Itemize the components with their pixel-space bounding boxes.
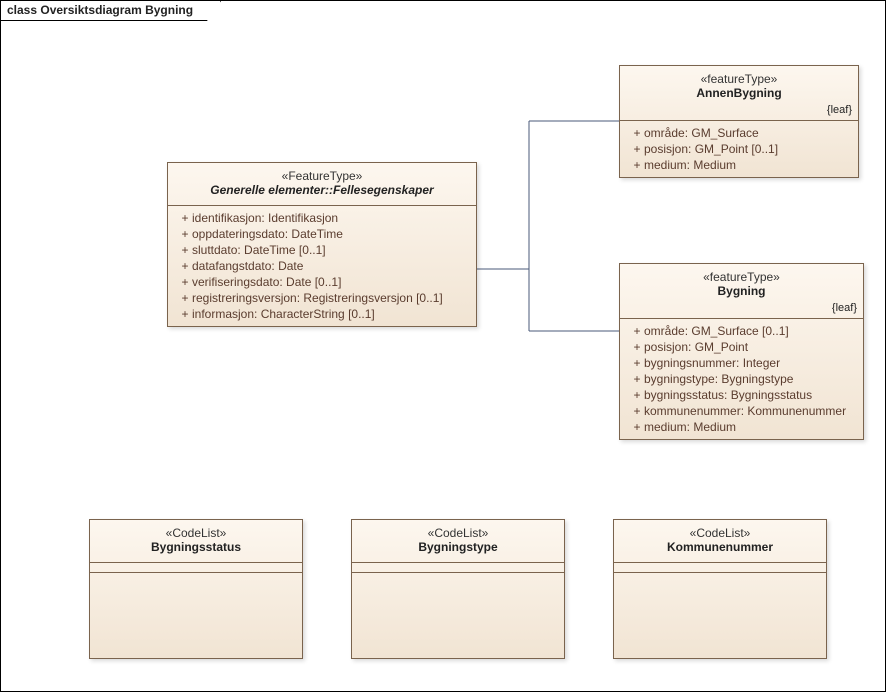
attr-vis: + <box>630 142 644 156</box>
attr-name: posisjon: GM_Point [0..1] <box>644 142 848 156</box>
attr-name: bygningstype: Bygningstype <box>644 372 853 386</box>
class-bygningsstatus: «CodeList» Bygningsstatus <box>89 519 303 659</box>
class-head: «featureType» Bygning {leaf} <box>620 264 863 319</box>
attr-vis: + <box>630 356 644 370</box>
attr-vis: + <box>630 126 644 140</box>
attr-vis: + <box>178 211 192 225</box>
attr-name: bygningsnummer: Integer <box>644 356 853 370</box>
attr-vis: + <box>630 340 644 354</box>
attr-vis: + <box>630 404 644 418</box>
class-name: AnnenBygning <box>628 86 850 100</box>
attr-vis: + <box>630 372 644 386</box>
class-bygning: «featureType» Bygning {leaf} +område: GM… <box>619 263 864 440</box>
class-head: «CodeList» Kommunenummer <box>614 520 826 563</box>
attr-row: +bygningstype: Bygningstype <box>620 371 863 387</box>
attr-name: medium: Medium <box>644 420 853 434</box>
attr-name: område: GM_Surface [0..1] <box>644 324 853 338</box>
attr-row: +sluttdato: DateTime [0..1] <box>168 242 476 258</box>
attr-vis: + <box>178 243 192 257</box>
stereotype: «CodeList» <box>98 526 294 540</box>
attr-name: verifiseringsdato: Date [0..1] <box>192 275 466 289</box>
constraint-leaf: {leaf} <box>832 302 857 314</box>
class-name: Kommunenummer <box>622 540 818 554</box>
class-head: «CodeList» Bygningstype <box>352 520 564 563</box>
empty-attr-section <box>90 563 302 573</box>
attr-name: kommunenummer: Kommunenummer <box>644 404 853 418</box>
attr-row: +kommunenummer: Kommunenummer <box>620 403 863 419</box>
attr-name: oppdateringsdato: DateTime <box>192 227 466 241</box>
attr-row: +oppdateringsdato: DateTime <box>168 226 476 242</box>
frame-title: class Oversiktsdiagram Bygning <box>7 3 193 17</box>
attr-row: +datafangstdato: Date <box>168 258 476 274</box>
class-head: «FeatureType» Generelle elementer::Felle… <box>168 163 476 206</box>
class-kommunenummer: «CodeList» Kommunenummer <box>613 519 827 659</box>
class-head: «featureType» AnnenBygning {leaf} <box>620 66 858 121</box>
empty-attr-section <box>352 563 564 573</box>
attr-row: +informasjon: CharacterString [0..1] <box>168 306 476 322</box>
attr-vis: + <box>178 291 192 305</box>
attr-row: +bygningsnummer: Integer <box>620 355 863 371</box>
attr-row: +medium: Medium <box>620 157 858 173</box>
attr-vis: + <box>630 158 644 172</box>
attr-name: registreringsversjon: Registreringsversj… <box>192 291 466 305</box>
attr-name: område: GM_Surface <box>644 126 848 140</box>
attr-name: identifikasjon: Identifikasjon <box>192 211 466 225</box>
attr-vis: + <box>630 420 644 434</box>
diagram-frame: class Oversiktsdiagram Bygning «FeatureT… <box>0 0 886 692</box>
attr-row: +medium: Medium <box>620 419 863 435</box>
attr-vis: + <box>630 324 644 338</box>
class-fellesegenskaper: «FeatureType» Generelle elementer::Felle… <box>167 162 477 327</box>
class-bygningstype: «CodeList» Bygningstype <box>351 519 565 659</box>
stereotype: «CodeList» <box>622 526 818 540</box>
attr-row: +posisjon: GM_Point <box>620 339 863 355</box>
class-head: «CodeList» Bygningsstatus <box>90 520 302 563</box>
class-name: Bygning <box>628 284 855 298</box>
stereotype: «FeatureType» <box>176 169 468 183</box>
class-name: Generelle elementer::Fellesegenskaper <box>176 183 468 197</box>
attr-name: posisjon: GM_Point <box>644 340 853 354</box>
attr-row: +verifiseringsdato: Date [0..1] <box>168 274 476 290</box>
attr-vis: + <box>178 307 192 321</box>
attr-row: +registreringsversjon: Registreringsvers… <box>168 290 476 306</box>
attr-row: +identifikasjon: Identifikasjon <box>168 210 476 226</box>
attr-row: +posisjon: GM_Point [0..1] <box>620 141 858 157</box>
attr-vis: + <box>178 259 192 273</box>
attr-name: bygningsstatus: Bygningsstatus <box>644 388 853 402</box>
attributes: +område: GM_Surface +posisjon: GM_Point … <box>620 121 858 177</box>
stereotype: «featureType» <box>628 72 850 86</box>
empty-attr-section <box>614 563 826 573</box>
attributes: +identifikasjon: Identifikasjon +oppdate… <box>168 206 476 326</box>
attributes: +område: GM_Surface [0..1] +posisjon: GM… <box>620 319 863 439</box>
attr-name: informasjon: CharacterString [0..1] <box>192 307 466 321</box>
class-annenbygning: «featureType» AnnenBygning {leaf} +områd… <box>619 65 859 178</box>
class-name: Bygningsstatus <box>98 540 294 554</box>
attr-row: +bygningsstatus: Bygningsstatus <box>620 387 863 403</box>
attr-name: sluttdato: DateTime [0..1] <box>192 243 466 257</box>
stereotype: «CodeList» <box>360 526 556 540</box>
stereotype: «featureType» <box>628 270 855 284</box>
attr-row: +område: GM_Surface [0..1] <box>620 323 863 339</box>
attr-name: medium: Medium <box>644 158 848 172</box>
constraint-leaf: {leaf} <box>827 104 852 116</box>
attr-name: datafangstdato: Date <box>192 259 466 273</box>
attr-vis: + <box>630 388 644 402</box>
attr-vis: + <box>178 275 192 289</box>
attr-vis: + <box>178 227 192 241</box>
attr-row: +område: GM_Surface <box>620 125 858 141</box>
class-name: Bygningstype <box>360 540 556 554</box>
